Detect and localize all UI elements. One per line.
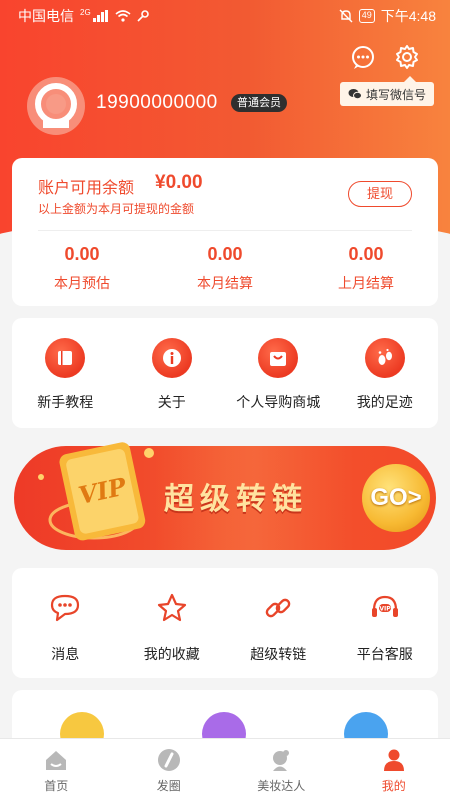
menu-label: 我的收藏 (143, 646, 200, 662)
stat-label: 上月结算 (338, 275, 394, 291)
tab-label: 我的 (381, 779, 406, 793)
menu-item-super-link[interactable]: 超级转链 (225, 568, 332, 678)
stat-label: 本月结算 (197, 275, 253, 291)
wechat-icon (348, 89, 362, 100)
status-bar: 中国电信 2G 49 下午4:48 (0, 0, 450, 32)
super-link-banner[interactable]: VIP 超级转链 GO> (14, 442, 436, 550)
bottom-tab-bar: 首页 发圈 美妆达人 我的 (0, 738, 450, 800)
info-icon (151, 338, 192, 378)
headset-icon: VIP (367, 590, 403, 626)
avatar[interactable] (26, 76, 86, 136)
footprint-icon (364, 338, 405, 378)
stat-value: 0.00 (348, 244, 384, 264)
banner-title: 超级转链 (164, 483, 308, 516)
sparkle (144, 448, 154, 458)
menu-label: 新手教程 (37, 394, 94, 410)
stat-value: 0.00 (207, 244, 243, 264)
menu-label: 关于 (157, 394, 186, 410)
star-icon (154, 590, 190, 626)
menu-item-personal-mall[interactable]: 个人导购商城 (225, 318, 332, 428)
clock: 下午4:48 (380, 8, 436, 24)
balance-card: 账户可用余额 ¥0.00 以上金额为本月可提现的金额 提现 0.00 本月预估 … (12, 158, 438, 306)
member-level-badge: 普通会员 (231, 94, 287, 112)
sparkle (38, 474, 44, 480)
menu-label: 我的足迹 (356, 394, 413, 410)
tab-label: 美妆达人 (257, 779, 306, 793)
service-menu: 消息 我的收藏 超级转链 VIP 平台客服 (12, 568, 438, 678)
chat-bubble-icon (47, 590, 83, 626)
withdraw-button[interactable]: 提现 (348, 181, 412, 207)
message-icon[interactable] (350, 44, 376, 70)
status-left: 中国电信 2G (18, 6, 149, 26)
fill-wechat-button[interactable]: 填写微信号 (339, 76, 434, 106)
menu-item-about[interactable]: 关于 (119, 318, 226, 428)
menu-item-tutorial[interactable]: 新手教程 (12, 318, 119, 428)
tab-home[interactable]: 首页 (0, 739, 113, 800)
network-type: 2G (80, 7, 91, 17)
menu-item-messages[interactable]: 消息 (12, 568, 119, 678)
shopping-bag-icon (258, 338, 299, 378)
balance-note: 以上金额为本月可提现的金额 (38, 202, 195, 216)
mute-bell-icon (339, 9, 353, 23)
settings-gear-icon[interactable] (394, 44, 420, 70)
signal-icon (92, 10, 108, 22)
menu-label: 超级转链 (250, 646, 307, 662)
balance-amount: ¥0.00 (155, 172, 203, 193)
beauty-icon (273, 750, 290, 771)
wechat-button-label: 填写微信号 (365, 87, 426, 102)
key-icon (137, 10, 149, 22)
carrier-name: 中国电信 (18, 8, 74, 24)
book-icon (45, 338, 86, 378)
header-actions (350, 44, 420, 70)
menu-item-customer-service[interactable]: VIP 平台客服 (332, 568, 439, 678)
compass-icon (157, 749, 180, 771)
balance-title: 账户可用余额 (38, 180, 135, 197)
menu-label: 个人导购商城 (236, 394, 321, 410)
status-right: 49 下午4:48 (339, 6, 436, 26)
stat-this-month-settled[interactable]: 0.00 本月结算 (175, 244, 275, 293)
quick-menu: 新手教程 关于 个人导购商城 我的足迹 (12, 318, 438, 428)
home-icon (46, 751, 67, 770)
tab-beauty-talent[interactable]: 美妆达人 (225, 739, 338, 800)
tab-moments[interactable]: 发圈 (113, 739, 226, 800)
vip-card-icon: VIP (48, 442, 146, 541)
stat-last-month-settled[interactable]: 0.00 上月结算 (316, 244, 416, 293)
link-icon (260, 590, 296, 626)
menu-label: 平台客服 (356, 646, 413, 662)
go-button[interactable]: GO> (362, 464, 430, 532)
balance-divider (38, 230, 412, 231)
tab-label: 首页 (44, 779, 69, 793)
battery-indicator: 49 (358, 9, 375, 23)
tab-mine[interactable]: 我的 (338, 739, 450, 800)
person-icon (383, 749, 404, 771)
menu-label: 消息 (51, 646, 80, 662)
stat-this-month-estimate[interactable]: 0.00 本月预估 (32, 244, 132, 293)
svg-text:VIP: VIP (379, 606, 391, 613)
menu-item-favorites[interactable]: 我的收藏 (119, 568, 226, 678)
wifi-icon (115, 10, 131, 22)
tab-label: 发圈 (156, 779, 181, 793)
user-phone: 19900000000 (96, 92, 218, 113)
menu-item-footprint[interactable]: 我的足迹 (332, 318, 439, 428)
stat-value: 0.00 (64, 244, 100, 264)
stat-label: 本月预估 (54, 275, 110, 291)
